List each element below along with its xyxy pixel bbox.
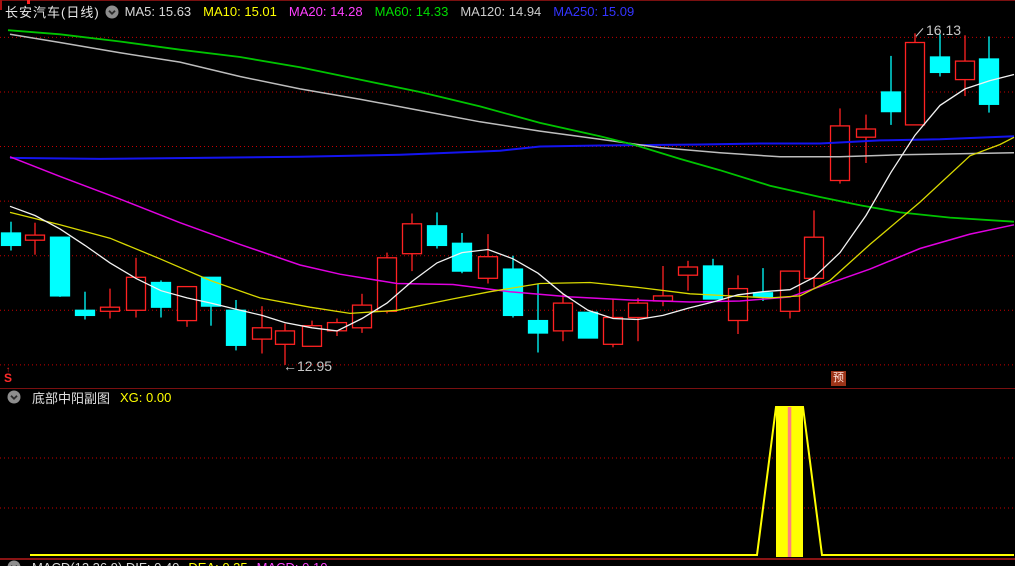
macd-dif-label: MACD(12,26,9) DIF: 0.40 — [32, 560, 179, 566]
xg-value-label: XG: 0.00 — [120, 389, 172, 405]
stock-title[interactable]: 长安汽车(日线) — [5, 2, 100, 21]
alert-badge[interactable]: 预 — [831, 371, 846, 386]
chevron-down-icon[interactable] — [7, 560, 21, 566]
sub-indicator-header: 底部中阳副图 XG: 0.00 — [0, 388, 172, 407]
chevron-down-icon[interactable] — [7, 390, 21, 404]
ma10-value-label: MA10: 15.01 — [203, 4, 277, 19]
tdx-chart-window: 长安汽车(日线) MA5: 15.63 MA10: 15.01 MA20: 14… — [0, 0, 1015, 566]
high-price-label: 16.13 — [926, 22, 962, 38]
sell-signal-marker: ↑ S — [2, 366, 14, 385]
low-price-label: ←12.95 — [283, 358, 333, 374]
candlestick-chart[interactable] — [0, 0, 1015, 566]
ma5-value-label: MA5: 15.63 — [124, 4, 192, 19]
chart-header: 长安汽车(日线) MA5: 15.63 MA10: 15.01 MA20: 14… — [0, 0, 1015, 23]
macd-macd-label: MACD: 0.10 — [257, 560, 328, 566]
signal-letter: S — [3, 371, 12, 385]
ma60-value-label: MA60: 14.33 — [374, 4, 449, 19]
sub-indicator-name[interactable]: 底部中阳副图 — [32, 388, 110, 407]
ma120-value-label: MA120: 14.94 — [460, 4, 542, 19]
ma20-value-label: MA20: 14.28 — [288, 4, 363, 19]
macd-dea-label: DEA: 0.35 — [188, 560, 247, 566]
macd-indicator-row: MACD(12,26,9) DIF: 0.40 DEA: 0.35 MACD: … — [0, 560, 327, 566]
ma250-value-label: MA250: 15.09 — [553, 4, 635, 19]
chevron-down-icon[interactable] — [105, 5, 119, 19]
